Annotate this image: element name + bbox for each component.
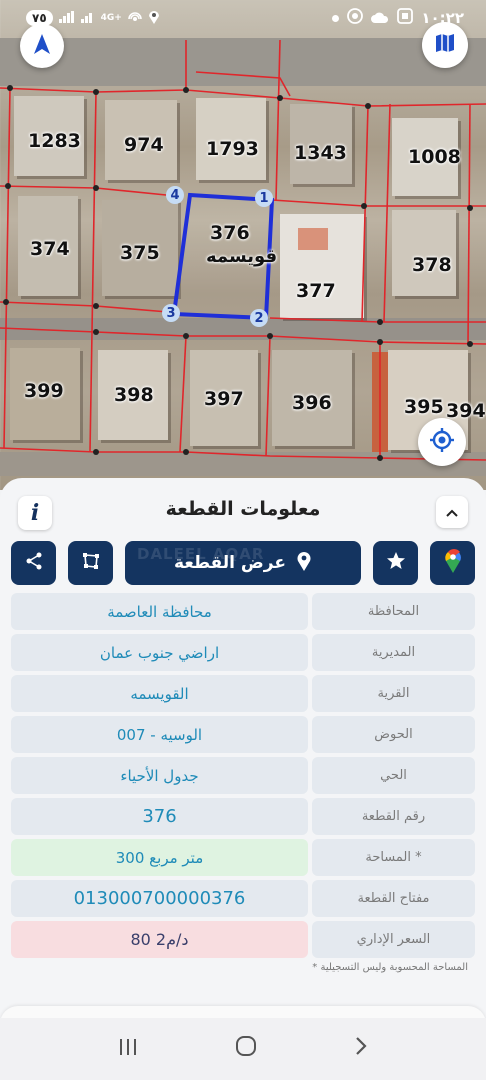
polygon-icon bbox=[81, 551, 101, 575]
system-nav-bar bbox=[0, 1018, 486, 1080]
location-icon bbox=[148, 10, 160, 27]
collapse-button[interactable] bbox=[436, 496, 468, 528]
plot-label[interactable]: 398 bbox=[114, 384, 154, 406]
vertex-marker[interactable]: 3 bbox=[162, 304, 180, 322]
plot-label[interactable]: 375 bbox=[120, 242, 160, 264]
detail-row-neighborhood: جدول الأحياء الحي bbox=[11, 757, 475, 794]
signal-icon-2 bbox=[80, 11, 95, 26]
detail-value: 013000700000376 bbox=[11, 880, 308, 917]
detail-key: الحوض bbox=[312, 716, 475, 753]
detail-row-admin-price: 80 د/م2 السعر الإداري bbox=[11, 921, 475, 958]
screenshot-icon bbox=[397, 8, 414, 28]
plot-label[interactable]: 1793 bbox=[206, 138, 259, 160]
detail-key: الحي bbox=[312, 757, 475, 794]
detail-row-area: 300 متر مربع المساحة * bbox=[11, 839, 475, 876]
status-bar: ٧٥ 4G+ ١٠:٢٢ bbox=[0, 0, 486, 36]
north-arrow-icon bbox=[32, 33, 52, 59]
chevron-up-icon bbox=[445, 503, 459, 522]
plot-label[interactable]: 1283 bbox=[28, 130, 81, 152]
detail-value: القويسمه bbox=[11, 675, 308, 712]
status-left: ٧٥ 4G+ bbox=[26, 10, 160, 27]
status-right: ١٠:٢٢ bbox=[332, 8, 464, 28]
plot-label[interactable]: 396 bbox=[292, 392, 332, 414]
clock-time: ١٠:٢٢ bbox=[421, 9, 464, 27]
detail-row-basin: الوسيه - 007 الحوض bbox=[11, 716, 475, 753]
detail-row-plot-key: 013000700000376 مفتاح القطعة bbox=[11, 880, 475, 917]
hotspot-icon bbox=[128, 10, 142, 27]
plot-label[interactable]: 377 bbox=[296, 280, 336, 302]
target-icon bbox=[429, 427, 455, 457]
detail-key: المساحة * bbox=[312, 839, 475, 876]
plot-label[interactable]: 1008 bbox=[408, 146, 461, 168]
detail-value: 300 متر مربع bbox=[11, 839, 308, 876]
selected-plot-village-label: قويسمه bbox=[206, 246, 278, 267]
detail-value: 80 د/م2 bbox=[11, 921, 308, 958]
vertex-marker[interactable]: 4 bbox=[166, 186, 184, 204]
plot-label[interactable]: 395 bbox=[404, 396, 444, 418]
vertex-marker[interactable]: 1 bbox=[255, 189, 273, 207]
plot-label[interactable]: 974 bbox=[124, 134, 164, 156]
panel-toolbar: DALEEL AQAR عرض القطعة bbox=[0, 541, 486, 585]
detail-key: مفتاح القطعة bbox=[312, 880, 475, 917]
selected-plot-label[interactable]: 376 bbox=[210, 222, 250, 244]
detail-key: المحافظة bbox=[312, 593, 475, 630]
detail-value: 376 bbox=[11, 798, 308, 835]
plot-info-panel: i معلومات القطعة DALEEL AQAR عرض القطعة bbox=[0, 478, 486, 1018]
star-icon bbox=[386, 551, 406, 575]
show-plot-button[interactable]: DALEEL AQAR عرض القطعة bbox=[125, 541, 361, 585]
detail-key: رقم القطعة bbox=[312, 798, 475, 835]
google-maps-icon bbox=[444, 549, 462, 577]
detail-key: السعر الإداري bbox=[312, 921, 475, 958]
notification-dot-icon bbox=[332, 14, 340, 22]
detail-row-directorate: اراضي جنوب عمان المديرية bbox=[11, 634, 475, 671]
plot-label[interactable]: 397 bbox=[204, 388, 244, 410]
detail-value: اراضي جنوب عمان bbox=[11, 634, 308, 671]
detail-value: محافظة العاصمة bbox=[11, 593, 308, 630]
satellite-map[interactable]: 1283 974 1793 1343 1008 374 375 376 قويس… bbox=[0, 0, 486, 490]
draw-polygon-button[interactable] bbox=[68, 541, 113, 585]
network-type: 4G+ bbox=[100, 13, 122, 23]
plot-label[interactable]: 394 bbox=[446, 400, 486, 422]
signal-icon bbox=[58, 10, 75, 26]
detail-row-village: القويسمه القرية bbox=[11, 675, 475, 712]
my-location-button[interactable] bbox=[418, 418, 466, 466]
detail-value: جدول الأحياء bbox=[11, 757, 308, 794]
vertex-marker[interactable]: 2 bbox=[250, 309, 268, 327]
recent-apps-icon[interactable] bbox=[117, 1034, 139, 1064]
detail-row-governorate: محافظة العاصمة المحافظة bbox=[11, 593, 475, 630]
watermark: DALEEL AQAR bbox=[137, 545, 265, 563]
share-button[interactable] bbox=[11, 541, 56, 585]
plot-label[interactable]: 1343 bbox=[294, 142, 347, 164]
detail-key: القرية bbox=[312, 675, 475, 712]
home-icon[interactable] bbox=[234, 1034, 258, 1065]
area-footnote: * المساحة المحسوبة وليس التسجيلية bbox=[312, 962, 468, 973]
cloud-icon bbox=[371, 9, 389, 27]
panel-header: i معلومات القطعة bbox=[0, 492, 486, 532]
battery-indicator: ٧٥ bbox=[26, 10, 53, 26]
share-icon bbox=[24, 551, 44, 575]
google-maps-button[interactable] bbox=[430, 541, 475, 585]
favorite-button[interactable] bbox=[373, 541, 418, 585]
plot-label[interactable]: 399 bbox=[24, 380, 64, 402]
whatsapp-icon bbox=[347, 8, 364, 28]
detail-row-plot-number: 376 رقم القطعة bbox=[11, 798, 475, 835]
map-pin-icon bbox=[296, 551, 312, 576]
plot-details-table: محافظة العاصمة المحافظة اراضي جنوب عمان … bbox=[11, 593, 475, 962]
plot-label[interactable]: 378 bbox=[412, 254, 452, 276]
plot-label[interactable]: 374 bbox=[30, 238, 70, 260]
back-icon[interactable] bbox=[353, 1034, 369, 1064]
panel-title: معلومات القطعة bbox=[165, 498, 321, 520]
detail-value: الوسيه - 007 bbox=[11, 716, 308, 753]
detail-key: المديرية bbox=[312, 634, 475, 671]
